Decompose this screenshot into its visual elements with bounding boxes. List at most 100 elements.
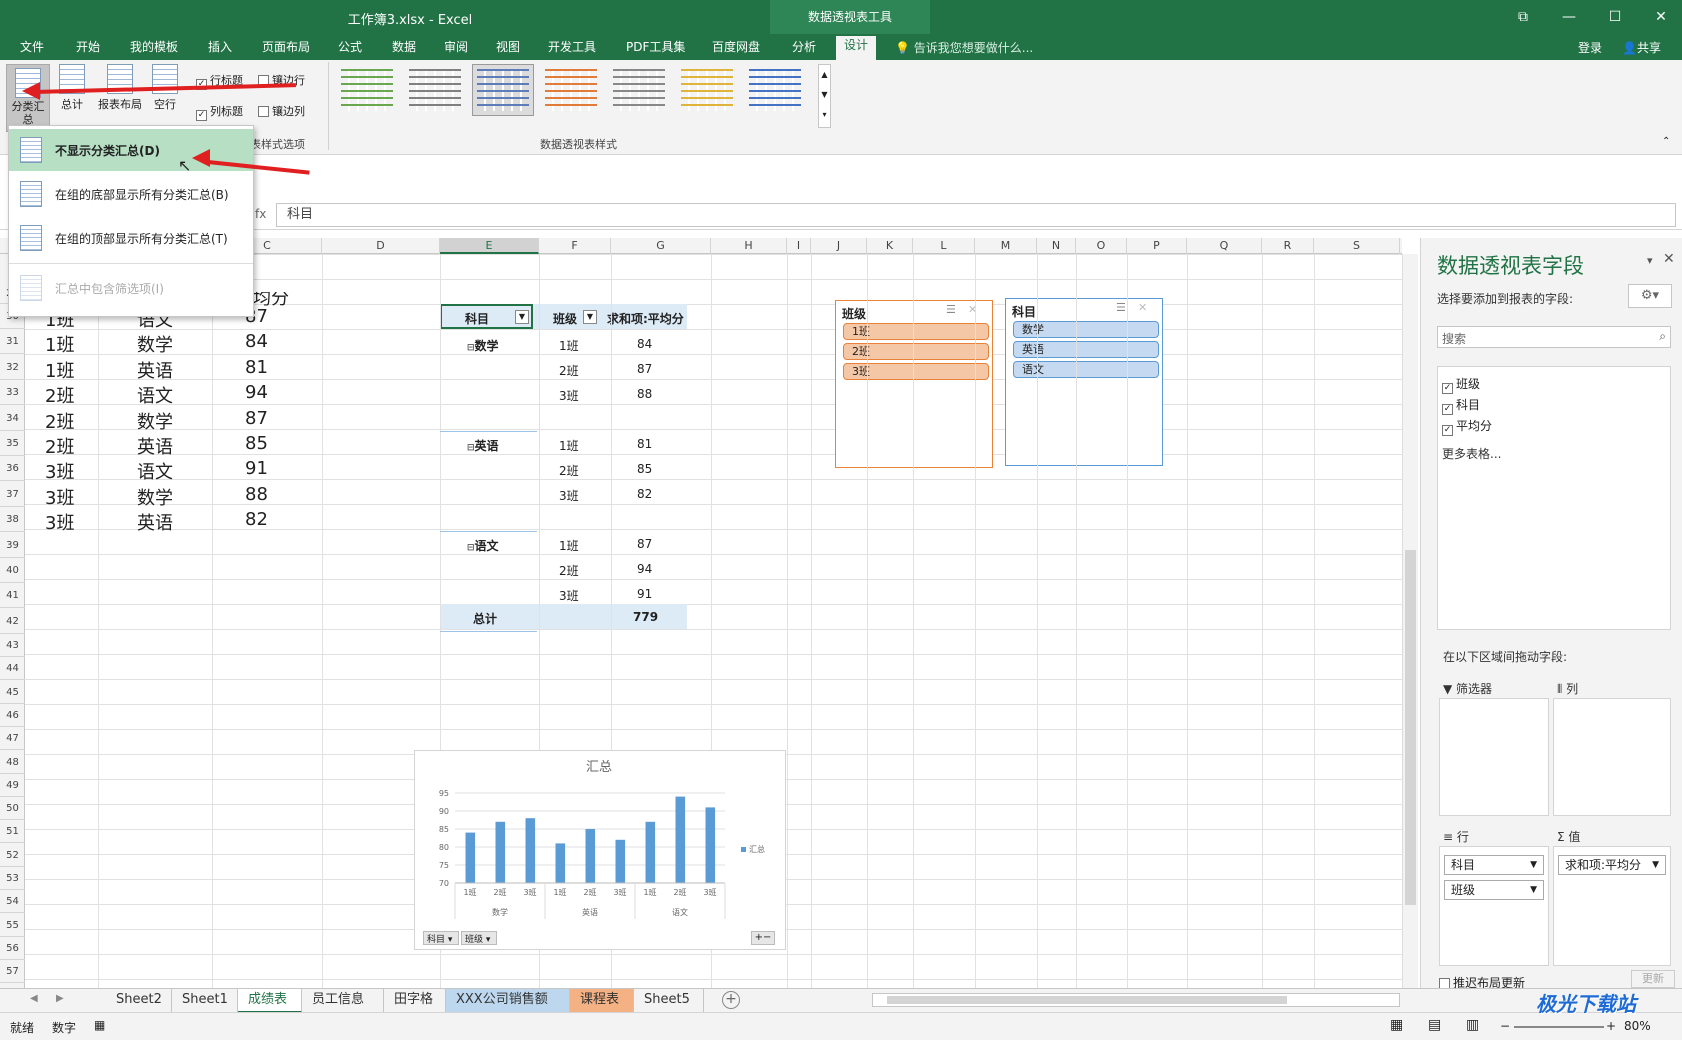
column-header-R[interactable]: R <box>1262 238 1314 254</box>
row-header-41[interactable]: 41 <box>0 583 25 609</box>
rows-area[interactable]: 科目 ▼ 班级 ▼ <box>1439 846 1549 966</box>
pivot-class-cell[interactable]: 1班 <box>559 537 579 554</box>
tab-review[interactable]: 审阅 <box>436 38 476 60</box>
expand-collapse-icon[interactable]: +− <box>751 931 775 945</box>
source-data-cell[interactable]: 语文 <box>137 382 173 408</box>
banded-cols-checkbox[interactable]: 镶边列 <box>258 103 305 119</box>
row-header-55[interactable]: 55 <box>0 914 25 937</box>
filter-dropdown-icon[interactable]: ▼ <box>583 310 597 324</box>
pivot-class-cell[interactable]: 2班 <box>559 362 579 379</box>
sheet-tab[interactable]: XXX公司销售额 <box>446 989 570 1013</box>
row-header-53[interactable]: 53 <box>0 867 25 890</box>
source-data-cell[interactable]: 94 <box>245 382 268 403</box>
pivot-value-cell[interactable]: 82 <box>637 487 652 501</box>
column-header-E[interactable]: E <box>440 238 539 254</box>
source-data-cell[interactable]: 数学 <box>137 484 173 510</box>
filters-area[interactable] <box>1439 698 1549 816</box>
tab-my-templates[interactable]: 我的模板 <box>122 38 186 60</box>
tab-analyze[interactable]: 分析 <box>784 38 824 60</box>
page-layout-view-icon[interactable]: ▤ <box>1428 1017 1441 1033</box>
tab-baidu-disk[interactable]: 百度网盘 <box>704 38 768 60</box>
row-header-56[interactable]: 56 <box>0 937 25 960</box>
chart-field-button-class[interactable]: 班级 ▾ <box>461 931 497 945</box>
pivot-value-cell[interactable]: 88 <box>637 387 652 401</box>
scroll-thumb[interactable] <box>887 996 1287 1004</box>
tell-me-box[interactable]: 💡 告诉我您想要做什么... <box>895 39 1033 56</box>
slicer-class[interactable]: 班级 ☰ ✕ 1班 2班 3班 <box>835 300 993 468</box>
column-header-P[interactable]: P <box>1127 238 1187 254</box>
tab-page-layout[interactable]: 页面布局 <box>254 38 318 60</box>
pivot-value-cell[interactable]: 87 <box>637 537 652 551</box>
ribbon-display-icon[interactable]: ⧉ <box>1500 0 1546 34</box>
menu-subtotals-bottom[interactable]: 在组的底部显示所有分类汇总(B) <box>9 173 253 215</box>
collapse-icon[interactable]: ⊟ <box>467 443 475 453</box>
source-data-cell[interactable]: 英语 <box>137 509 173 535</box>
add-sheet-icon[interactable]: + <box>722 991 740 1009</box>
source-data-cell[interactable]: 2班 <box>45 433 74 459</box>
source-data-cell[interactable]: 91 <box>245 458 268 479</box>
row-header-48[interactable]: 48 <box>0 751 25 774</box>
pivot-style-thumbnail[interactable] <box>472 64 534 116</box>
row-header-43[interactable]: 43 <box>0 634 25 657</box>
sheet-tab[interactable]: 课程表 <box>570 989 634 1013</box>
row-header-40[interactable]: 40 <box>0 558 25 583</box>
sheet-tab[interactable]: Sheet1 <box>172 989 238 1013</box>
slicer-item[interactable]: 1班 <box>843 323 989 340</box>
sheet-tab[interactable]: Sheet2 <box>106 989 172 1013</box>
pivot-value-cell[interactable]: 85 <box>637 462 652 476</box>
value-field-score[interactable]: 求和项:平均分 ▼ <box>1558 855 1666 875</box>
more-tables-link[interactable]: 更多表格... <box>1442 445 1501 462</box>
pivot-value-cell[interactable]: 94 <box>637 562 652 576</box>
row-header-45[interactable]: 45 <box>0 681 25 704</box>
collapse-icon[interactable]: ⊟ <box>467 543 475 553</box>
field-checkbox-class[interactable]: ✓ 班级 <box>1442 375 1480 394</box>
horizontal-scrollbar[interactable] <box>872 993 1400 1007</box>
source-data-cell[interactable]: 81 <box>245 357 268 378</box>
slicer-subject[interactable]: 科目 ☰ ✕ 数学 英语 语文 <box>1005 298 1163 466</box>
zoom-in-icon[interactable]: + <box>1606 1019 1616 1033</box>
row-header-49[interactable]: 49 <box>0 774 25 797</box>
pivot-style-thumbnail[interactable] <box>744 64 806 116</box>
gallery-scroll[interactable]: ▲ ▼ ▾ <box>818 64 831 128</box>
pivot-value-cell[interactable]: 91 <box>637 587 652 601</box>
row-field-class[interactable]: 班级 ▼ <box>1444 880 1544 900</box>
row-header-31[interactable]: 31 <box>0 329 25 355</box>
pivot-group-label[interactable]: ⊟语文 <box>467 537 499 554</box>
source-data-cell[interactable]: 85 <box>245 433 268 454</box>
pivot-style-thumbnail[interactable] <box>608 64 670 116</box>
field-search-input[interactable]: 搜索 ⌕ <box>1437 326 1671 348</box>
source-data-cell[interactable]: 1班 <box>45 357 74 383</box>
column-header-D[interactable]: D <box>322 238 440 254</box>
tab-home[interactable]: 开始 <box>68 38 108 60</box>
tab-design[interactable]: 设计 <box>836 36 877 60</box>
zoom-slider[interactable] <box>1514 1026 1604 1028</box>
pivot-group-label[interactable]: ⊟数学 <box>467 337 499 354</box>
source-data-cell[interactable]: 英语 <box>137 357 173 383</box>
pane-options-icon[interactable]: ▾ <box>1647 254 1653 267</box>
row-header-36[interactable]: 36 <box>0 456 25 482</box>
row-header-46[interactable]: 46 <box>0 704 25 727</box>
source-data-cell[interactable]: 87 <box>245 408 268 429</box>
tab-data[interactable]: 数据 <box>384 38 424 60</box>
column-header-F[interactable]: F <box>539 238 611 254</box>
field-checkbox-score[interactable]: ✓ 平均分 <box>1442 417 1492 436</box>
source-data-cell[interactable]: 3班 <box>45 509 74 535</box>
slicer-item[interactable]: 英语 <box>1013 341 1159 358</box>
row-field-subject[interactable]: 科目 ▼ <box>1444 855 1544 875</box>
row-header-42[interactable]: 42 <box>0 609 25 634</box>
pivot-class-cell[interactable]: 1班 <box>559 437 579 454</box>
slicer-item[interactable]: 2班 <box>843 343 989 360</box>
multiselect-icon[interactable]: ☰ <box>946 303 956 316</box>
tab-insert[interactable]: 插入 <box>200 38 240 60</box>
close-pane-icon[interactable]: ✕ <box>1663 251 1675 267</box>
pivot-value-cell[interactable]: 84 <box>637 337 652 351</box>
tab-pdf-tools[interactable]: PDF工具集 <box>618 38 693 60</box>
column-header-M[interactable]: M <box>975 238 1037 254</box>
source-data-cell[interactable]: 1班 <box>45 331 74 357</box>
collapse-ribbon-icon[interactable]: ⌃ <box>1662 136 1670 147</box>
pivot-class-cell[interactable]: 1班 <box>559 337 579 354</box>
source-data-cell[interactable]: 数学 <box>137 408 173 434</box>
clear-filter-icon[interactable]: ✕ <box>1138 301 1147 314</box>
row-header-33[interactable]: 33 <box>0 380 25 406</box>
gear-icon[interactable]: ⚙▾ <box>1628 284 1672 308</box>
